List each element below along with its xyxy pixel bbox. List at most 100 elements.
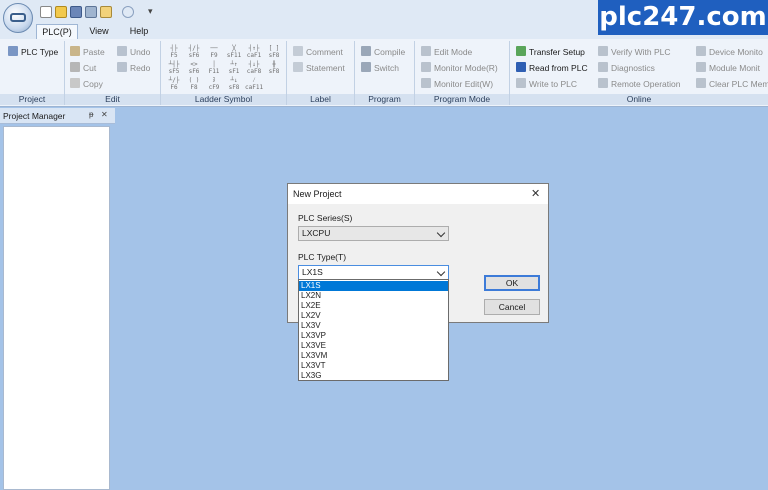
group-label-program: Program [355,94,414,105]
save-as-icon[interactable] [85,6,97,18]
chevron-down-icon [436,228,446,238]
diagnostics-button[interactable]: Diagnostics [598,61,655,75]
group-online: Transfer Setup Read from PLC Write to PL… [510,41,768,105]
close-panel-icon[interactable]: ✕ [101,110,108,119]
monitor-mode-icon [421,62,431,72]
ladder-pulse-icon[interactable]: ┤↑├ caF1 [245,45,263,59]
paste-button[interactable]: Paste [70,45,105,59]
clear-plc-memory-button[interactable]: Clear PLC Mem [696,77,768,91]
ladder-parallel-no-icon[interactable]: ┴┤├ sF5 [165,61,183,75]
plc-type-label: PLC Type(T) [298,252,347,262]
remote-operation-button[interactable]: Remote Operation [598,77,680,91]
new-file-icon[interactable] [40,6,52,18]
dialog-close-icon[interactable]: ✕ [531,187,540,200]
app-logo-icon [10,13,26,22]
copy-icon [70,78,80,88]
plc-type-button[interactable]: PLC Type [8,45,58,59]
comment-icon [293,46,303,56]
customize-quick-access-icon[interactable]: ▾ [148,6,153,17]
ladder-parallel-function-icon[interactable]: ╫ sF8 [265,61,283,75]
plc-type-dropdown-list: LX1S LX2N LX2E LX2V LX3V LX3VP LX3VE LX3… [298,279,449,381]
ladder-vertical-icon[interactable]: ╳ sF11 [225,45,243,59]
group-edit: Paste Cut Copy Undo Redo Edit [65,41,161,105]
group-project: PLC Type Project [0,41,65,105]
dialog-title: New Project [293,189,342,199]
ladder-hline-del-icon[interactable]: ﾇ cF9 [205,77,223,91]
ok-button[interactable]: OK [484,275,540,291]
module-monitor-button[interactable]: Module Monit [696,61,760,75]
copy-label: Copy [83,79,103,89]
plc-type-option[interactable]: LX2V [299,311,448,321]
compile-button[interactable]: Compile [361,45,405,59]
plc-type-option[interactable]: LX3VE [299,341,448,351]
cut-button[interactable]: Cut [70,61,96,75]
ladder-parallel-falling-icon[interactable]: ┴↓ sF8 [225,77,243,91]
verify-with-plc-button[interactable]: Verify With PLC [598,45,671,59]
project-manager-tree[interactable] [3,126,110,490]
plc-type-option[interactable]: LX3VP [299,331,448,341]
plc-type-option[interactable]: LX2E [299,301,448,311]
undo-quick-icon[interactable] [122,6,134,18]
tab-view[interactable]: View [82,24,116,39]
statement-button[interactable]: Statement [293,61,345,75]
copy-button[interactable]: Copy [70,77,103,91]
plc-type-label: PLC Type [21,47,59,57]
plc-type-option[interactable]: LX3V [299,321,448,331]
transfer-setup-button[interactable]: Transfer Setup [516,45,585,59]
pin-icon[interactable]: ᵽ [89,110,93,119]
module-monitor-icon [696,62,706,72]
group-label-edit: Edit [65,94,160,105]
edit-mode-button[interactable]: Edit Mode [421,45,472,59]
open-folder-icon[interactable] [55,6,67,18]
device-monitor-label: Device Monito [709,47,763,57]
plc-type-option[interactable]: LX3G [299,371,448,381]
statement-icon [293,62,303,72]
group-label-program-mode: Program Mode [415,94,509,105]
redo-icon [117,62,127,72]
clear-plc-memory-icon [696,78,706,88]
undo-button[interactable]: Undo [117,45,150,59]
save-icon[interactable] [70,6,82,18]
plc-series-value: LXCPU [302,228,331,238]
app-menu-button[interactable] [3,3,33,33]
ladder-contact-nc-icon[interactable]: ┤/├ sF6 [185,45,203,59]
ladder-vline-icon[interactable]: │ F11 [205,61,223,75]
plc-type-select[interactable]: LX1S [298,265,449,280]
ladder-coil-icon[interactable]: <> sF6 [185,61,203,75]
tab-plc[interactable]: PLC(P) [36,24,78,39]
read-from-plc-icon [516,62,526,72]
write-to-plc-button[interactable]: Write to PLC [516,77,577,91]
plc-type-value: LX1S [302,267,323,277]
cancel-button[interactable]: Cancel [484,299,540,315]
plc-series-select[interactable]: LXCPU [298,226,449,241]
comment-button[interactable]: Comment [293,45,343,59]
ladder-function-icon[interactable]: [ ] sF8 [265,45,283,59]
switch-button[interactable]: Switch [361,61,399,75]
monitor-mode-label: Monitor Mode(R) [434,63,498,73]
switch-icon [361,62,371,72]
ladder-inverse-icon[interactable]: ⁄ caF11 [245,77,263,91]
plc-type-option[interactable]: LX1S [299,281,448,291]
monitor-mode-button[interactable]: Monitor Mode(R) [421,61,498,75]
plc-type-option[interactable]: LX3VM [299,351,448,361]
plc-series-label: PLC Series(S) [298,213,353,223]
redo-button[interactable]: Redo [117,61,150,75]
device-monitor-button[interactable]: Device Monito [696,45,763,59]
ladder-line-icon[interactable]: ── F9 [205,45,223,59]
read-from-plc-button[interactable]: Read from PLC [516,61,588,75]
monitor-edit-button[interactable]: Monitor Edit(W) [421,77,493,91]
print-icon[interactable] [100,6,112,18]
ladder-contact-no-icon[interactable]: ┤├ F5 [165,45,183,59]
diagnostics-icon [598,62,608,72]
undo-label: Undo [130,47,151,57]
plc-type-option[interactable]: LX3VT [299,361,448,371]
group-ladder-symbol: ┤├ F5 ┤/├ sF6 ── F9 ╳ sF11 ┤↑├ caF1 [ ] sF8 ┴┤… [161,41,287,105]
ladder-coil-alt-icon[interactable]: ( ) F8 [185,77,203,91]
plc-type-option[interactable]: LX2N [299,291,448,301]
ladder-falling-icon[interactable]: ┤↓├ caF8 [245,61,263,75]
ladder-parallel-nc-icon[interactable]: ┴/├ F6 [165,77,183,91]
tab-help[interactable]: Help [122,24,156,39]
ladder-parallel-pulse-icon[interactable]: ┴↑ sF1 [225,61,243,75]
paste-icon [70,46,80,56]
write-to-plc-icon [516,78,526,88]
